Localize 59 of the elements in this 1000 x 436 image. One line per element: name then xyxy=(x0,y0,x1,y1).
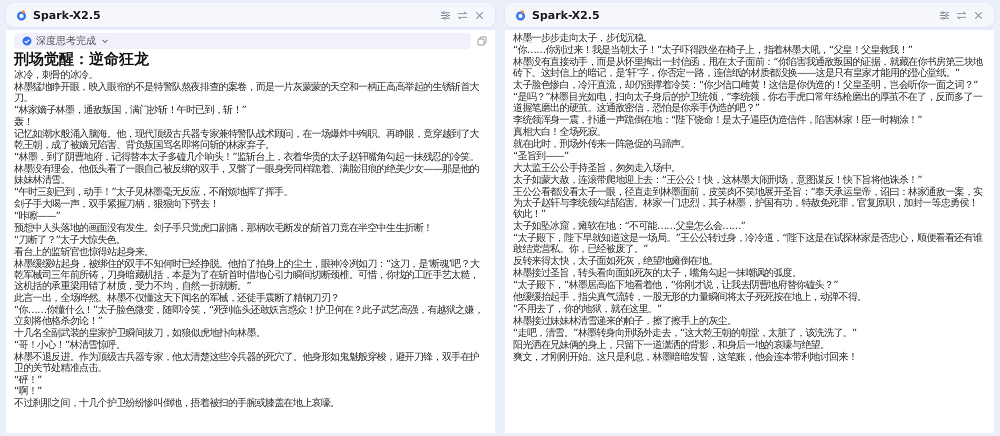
paragraph-text: 爽文，才刚刚开始。这只是利息，林墨暗暗发誓，这笔账，他会连本带利地讨回来！ xyxy=(513,352,858,363)
thinking-status-button[interactable]: 深度思考完成 xyxy=(14,33,471,49)
paragraph-text: “啊！” xyxy=(14,386,43,397)
paragraph-text: “你……你别过来！我是当朝太子！”太子吓得跌坐在椅子上，指着林墨大吼，“父皇！父皇救我！” xyxy=(513,45,914,56)
paragraph-text: 预想中人头落地的画面没有发生。刽子手只觉虎口剧痛，那柄吹毛断发的斩首刀竟在半空中生生折断！ xyxy=(14,223,434,234)
logo-icon xyxy=(16,10,27,20)
paragraph-text: “砰！” xyxy=(14,375,43,386)
story-heading: 刑场觉醒：逆命狂龙 xyxy=(14,50,150,68)
swap-icon[interactable] xyxy=(956,10,967,20)
paragraph-text: 大太监王公公手持圣旨，匆匆走入场中。 xyxy=(513,163,682,174)
paragraph-text: “林家嫡子林墨，通敌叛国，满门抄斩！午时已到，斩！” xyxy=(14,105,248,116)
paragraph-text: “林墨，到了阴曹地府，记得替本太子多磕几个响头！”监斩台上，衣着华贵的太子赵轩嘴角勾起一抹残忍的冷笑。 xyxy=(14,152,480,163)
paragraph-text: “刀断了？”太子大惊失色。 xyxy=(14,235,126,246)
paragraph-text: 林墨接过圣旨，转头看向面如死灰的太子，嘴角勾起一抹嘲讽的弧度。 xyxy=(513,268,802,279)
paragraph-text: 林墨缓缓站起身，被绑住的双手不知何时已经挣脱。他拍了拍身上的尘土，眼神冷冽如刀：“这刀，是‘断魂’吧？大乾军械司三年前所铸，刀身暗藏机括，本是为了在斩首时借地心引力瞬间切断颈椎。可惜，你找的工匠手艺太糙，这机括的承重梁用错了材质，受力不均，自然一折就断。” xyxy=(14,259,480,292)
paragraph-text: 林墨一步步走向太子，步伐沉稳。 xyxy=(513,33,654,44)
settings-icon[interactable] xyxy=(440,10,451,20)
paragraph-text: 太子脸色惨白，冷汗直流，却仍强撑着冷笑：“你少信口雌黄！这信是你伪造的！父皇圣明，岂会听你一面之词？” xyxy=(513,80,979,91)
paragraph-text: 此言一出，全场哗然。林墨不仅懂这天下闻名的军械，还徒手震断了精钢刀刃？ xyxy=(14,293,341,304)
paragraph-text: “哥！小心！”林清雪惊呼。 xyxy=(14,340,126,351)
close-icon[interactable] xyxy=(474,10,485,20)
copy-icon[interactable] xyxy=(477,36,487,46)
paragraph-text: “咔嚓——” xyxy=(14,211,62,222)
paragraph-text: 看台上的监斩官也惊得站起身来。 xyxy=(14,247,155,258)
paragraph-text: 林墨没有理会。他低头看了一眼自己被反绑的双手，又瞥了一眼身旁同样跪着、满脸泪痕的绝美少女——那是他的妹妹林清雪。 xyxy=(14,164,480,186)
paragraph-text: 阳光洒在兄妹俩的身上，只留下一道潇洒的背影，和身后一地的哀嚎与绝望。 xyxy=(513,340,830,351)
paragraph-text: “是吗？”林墨目光如电，扫向太子身后的护卫统领，“李统领，你右手虎口常年练枪磨出的厚茧不在了，反而多了一道握笔磨出的硬茧。这通敌密信，恐怕是你亲手伪造的吧？” xyxy=(513,92,984,114)
paragraph-text: 林墨猛地睁开眼，映入眼帘的不是特警队熬夜排查的案卷，而是一片灰蒙蒙的天空和一柄正高高举起的生锈斩首大刀。 xyxy=(14,82,480,104)
paragraph-text: 记忆如潮水般涌入脑海。他，现代顶级古兵器专家兼特警队战术顾问，在一场爆炸中殉职。再睁眼，竟穿越到了大乾王朝，成了被嫡兄陷害、背负叛国骂名即将问斩的林家弃子。 xyxy=(14,129,480,151)
paragraph-text: “太子殿下，陛下早就知道这是一场局。”王公公转过身，冷冷道，“陛下这是在试探林家是否忠心，顺便看看还有谁敢结党营私。你，已经被废了。” xyxy=(513,233,984,255)
close-icon[interactable] xyxy=(973,10,984,20)
paragraph-text: 太子如蒙大赦，连滚带爬地迎上去：“王公公！快，这林墨大闹刑场，意图谋反！快下旨将他诛杀！” xyxy=(513,175,923,186)
paragraph-text: 太子如坠冰窟，瘫软在地：“不可能……父皇怎么会……” xyxy=(513,221,746,232)
window-title: Spark-X2.5 xyxy=(532,8,601,22)
logo-icon xyxy=(515,10,526,20)
paragraph-text: 他缓缓抬起手，指尖真气流转，一股无形的力量瞬间将太子死死按在地上，动弹不得。 xyxy=(513,292,868,303)
paragraph-text: “走吧，清雪。”林墨转身向刑场外走去，“这大乾王朝的朝堂，太脏了，该洗洗了。” xyxy=(513,328,858,339)
paragraph-text: 真相大白！全场死寂。 xyxy=(513,127,608,138)
check-circle-icon xyxy=(22,36,32,46)
swap-icon[interactable] xyxy=(457,10,468,20)
paragraph-text: “午时三刻已到，动手！”太子见林墨毫无反应，不耐烦地挥了挥手。 xyxy=(14,187,294,198)
paragraph-text: “不用去了，你的地狱，就在这里。” xyxy=(513,304,662,315)
paragraph-text: “圣旨到——” xyxy=(513,151,570,162)
paragraph-text: 王公公看都没看太子一眼，径直走到林墨面前，皮笑肉不笑地展开圣旨：“奉天承运皇帝，诏曰：林家通敌一案，实为太子赵轩与李统领勾结陷害。林家一门忠烈，其子林墨，护国有功，特赦免死罪，官复原职，加封一等忠勇侯！钦此！” xyxy=(513,187,984,220)
paragraph-text: 刽子手大喝一声，双手紧握刀柄，狠狠向下劈去！ xyxy=(14,199,220,210)
paragraph-text: 李统领浑身一震，扑通一声跪倒在地：“陛下饶命！是太子逼臣伪造信件，陷害林家！臣一时糊涂！” xyxy=(513,115,923,126)
paragraph-text: 十几名全副武装的皇家护卫瞬间拔刀，如狼似虎地扑向林墨。 xyxy=(14,328,266,339)
paragraph-text: 轰！ xyxy=(14,117,34,128)
window-title: Spark-X2.5 xyxy=(33,8,102,22)
paragraph-text: “你……你懂什么！”太子脸色微变，随即冷笑，“死到临头还敢妖言惑众！护卫何在？此子武艺高强，有越狱之嫌，立刻将他格杀勿论！” xyxy=(14,305,484,327)
paragraph-text: 不过刹那之间，十几个护卫纷纷惨叫倒地，捂着被扫的手腕或膝盖在地上哀嚎。 xyxy=(14,398,341,409)
paragraph-text: 林墨不退反进。作为顶级古兵器专家，他太清楚这些冷兵器的死穴了。他身形如鬼魅般穿梭，避开刀锋，双手在护卫的关节处精准点击。 xyxy=(14,352,480,374)
paragraph-text: 反转来得太快，太子面如死灰，绝望地瘫倒在地。 xyxy=(513,256,719,267)
paragraph-text: 冰冷，刺骨的冰冷。 xyxy=(14,70,99,81)
paragraph-text: “太子殿下，”林墨居高临下地看着他，“你刚才说，让我去阴曹地府替你磕头？” xyxy=(513,280,839,291)
paragraph-text: 林墨没有直接动手，而是从怀里掏出一封信函，甩在太子面前：“你陷害我通敌叛国的证据，就藏在你书房第三块地砖下。这封信上的暗记，是‘轩’字，你否定一路，连信纸的材质都没换——这是只有皇家才能用的澄心堂纸。” xyxy=(513,57,984,79)
settings-icon[interactable] xyxy=(939,10,950,20)
paragraph-text: 就在此时，刑场外传来一阵急促的马蹄声。 xyxy=(513,139,691,150)
paragraph-text: 林墨接过妹妹林清雪递来的帕子，擦了擦手上的灰尘。 xyxy=(513,316,738,327)
